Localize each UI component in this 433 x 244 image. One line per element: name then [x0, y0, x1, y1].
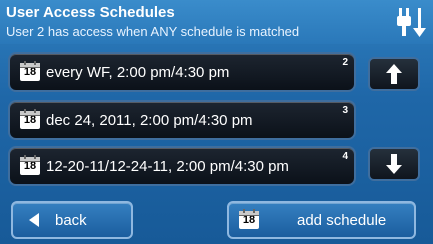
arrow-down-icon — [386, 154, 402, 174]
schedule-row[interactable]: 18 dec 24, 2011, 2:00 pm/4:30 pm 3 — [8, 100, 356, 140]
header: User Access Schedules User 2 has access … — [0, 0, 433, 44]
schedule-row[interactable]: 18 every WF, 2:00 pm/4:30 pm 2 — [8, 52, 356, 92]
schedule-label: 12-20-11/12-24-11, 2:00 pm/4:30 pm — [46, 157, 289, 175]
schedule-number: 2 — [342, 57, 348, 68]
schedule-number: 4 — [342, 151, 348, 162]
schedule-label: every WF, 2:00 pm/4:30 pm — [46, 63, 230, 81]
page-subtitle: User 2 has access when ANY schedule is m… — [6, 24, 300, 39]
calendar-icon: 18 — [239, 209, 259, 229]
add-schedule-button[interactable]: 18 add schedule — [227, 201, 416, 239]
calendar-icon: 18 — [20, 109, 40, 129]
schedule-row[interactable]: 18 12-20-11/12-24-11, 2:00 pm/4:30 pm 4 — [8, 146, 356, 186]
arrow-up-icon — [386, 64, 402, 84]
schedule-number: 3 — [342, 105, 348, 116]
add-schedule-label: add schedule — [297, 211, 387, 229]
calendar-icon: 18 — [20, 61, 40, 81]
plug-down-icon — [397, 8, 426, 37]
page-title: User Access Schedules — [6, 4, 175, 21]
scroll-down-button[interactable] — [368, 147, 420, 181]
scroll-up-button[interactable] — [368, 57, 420, 91]
back-arrow-icon — [29, 213, 39, 227]
schedule-label: dec 24, 2011, 2:00 pm/4:30 pm — [46, 111, 253, 129]
back-label: back — [55, 211, 87, 229]
calendar-icon: 18 — [20, 155, 40, 175]
back-button[interactable]: back — [11, 201, 133, 239]
